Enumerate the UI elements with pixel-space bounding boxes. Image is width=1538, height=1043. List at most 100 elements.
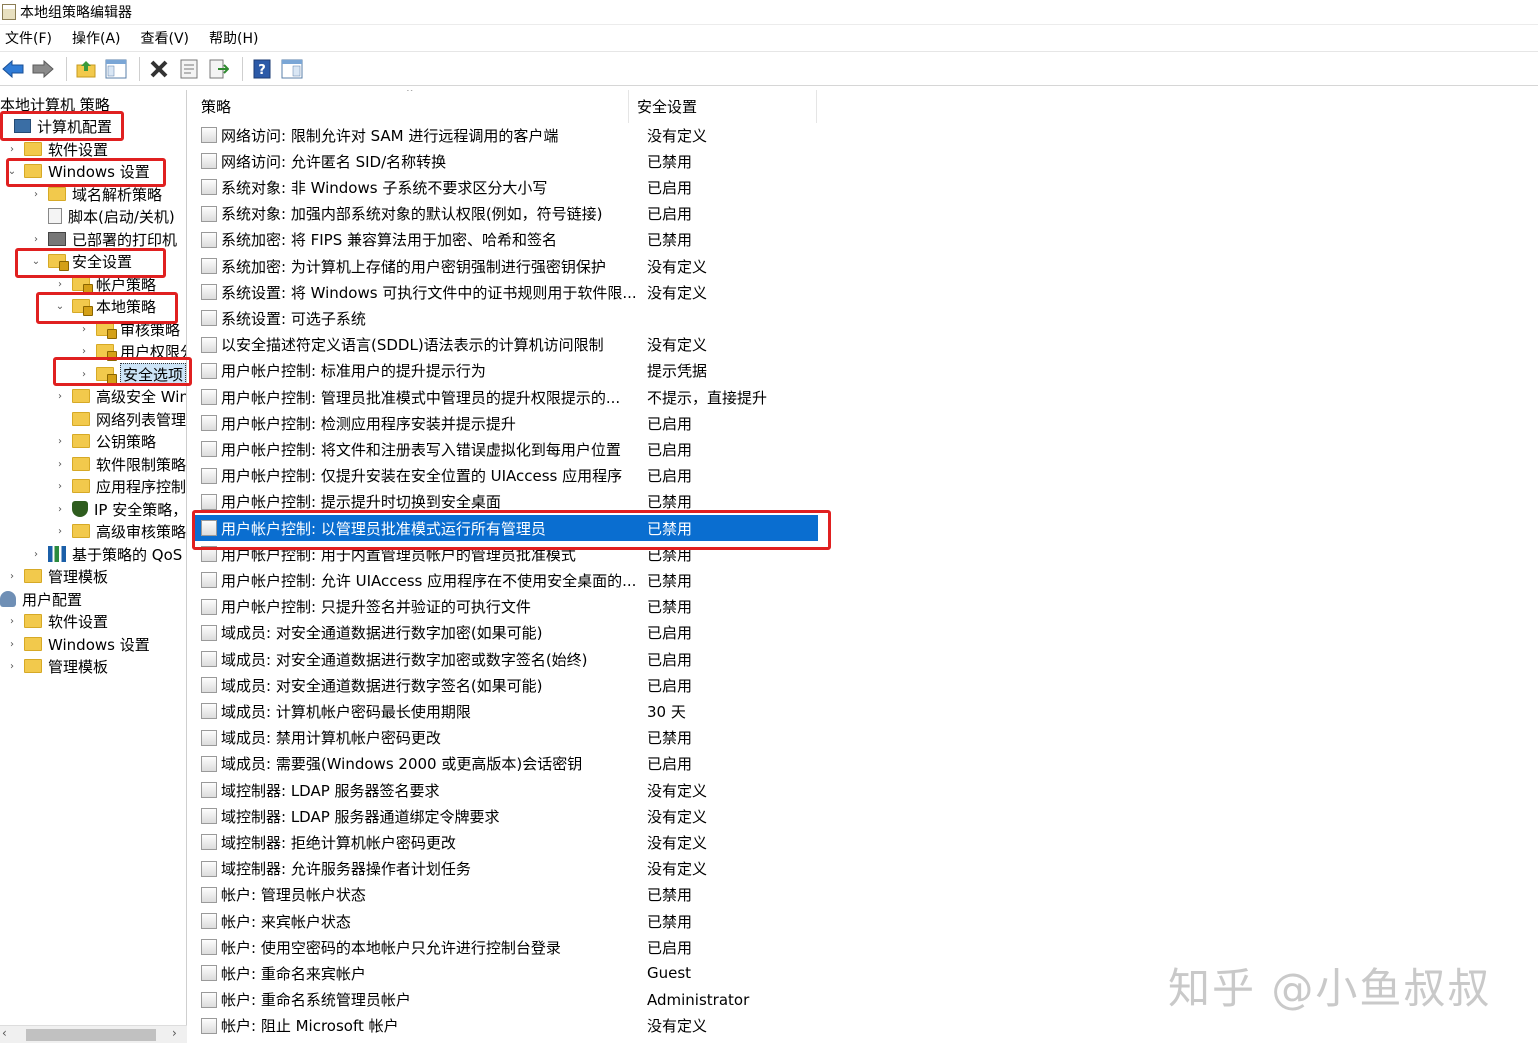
tree-node-computer-config[interactable]: 计算机配置 xyxy=(0,115,112,137)
chevron-right-icon[interactable]: › xyxy=(0,144,24,155)
chevron-right-icon[interactable]: › xyxy=(48,504,72,515)
policy-row[interactable]: 用户帐户控制: 提示提升时切换到安全桌面 已禁用 xyxy=(192,489,818,515)
export-list-icon[interactable] xyxy=(206,56,232,82)
chevron-down-icon[interactable]: ⌄ xyxy=(24,256,48,267)
chevron-right-icon[interactable]: › xyxy=(24,549,48,560)
chevron-right-icon[interactable]: › xyxy=(48,526,72,537)
column-header-setting[interactable]: 安全设置 xyxy=(629,90,817,123)
tree-node-scripts[interactable]: 脚本(启动/关机) xyxy=(48,205,175,227)
menu-action[interactable]: 操作(A) xyxy=(67,28,126,48)
tree-node-user-rights[interactable]: › 用户权限分配 xyxy=(72,340,186,362)
tree-node-audit-policy[interactable]: › 审核策略 xyxy=(72,318,180,340)
menu-view[interactable]: 查看(V) xyxy=(136,28,195,48)
policy-row[interactable]: 域控制器: 允许服务器操作者计划任务 没有定义 xyxy=(192,856,818,882)
tree-node-software-restriction[interactable]: › 软件限制策略 xyxy=(48,453,186,475)
policy-row[interactable]: 系统设置: 将 Windows 可执行文件中的证书规则用于软件限... 没有定义 xyxy=(192,279,818,305)
tree-node-user-admin-templates[interactable]: › 管理模板 xyxy=(0,655,108,677)
tree-node-firewall[interactable]: › 高级安全 Windows Defender 防火墙 xyxy=(48,385,186,407)
chevron-right-icon[interactable]: › xyxy=(48,436,72,447)
policy-row[interactable]: 用户帐户控制: 检测应用程序安装并提示提升 已启用 xyxy=(192,410,818,436)
tree-node-security-options[interactable]: › 安全选项 xyxy=(72,362,186,386)
policy-row[interactable]: 帐户: 重命名系统管理员帐户 Administrator xyxy=(192,987,818,1013)
policy-row[interactable]: 域控制器: 拒绝计算机帐户密码更改 没有定义 xyxy=(192,829,818,855)
scroll-left-icon[interactable]: ‹ xyxy=(2,1026,7,1040)
chevron-right-icon[interactable]: › xyxy=(72,324,96,335)
chevron-right-icon[interactable]: › xyxy=(24,234,48,245)
menu-help[interactable]: 帮助(H) xyxy=(204,28,263,48)
back-arrow-icon[interactable] xyxy=(0,56,26,82)
chevron-right-icon[interactable]: › xyxy=(0,571,24,582)
policy-row[interactable]: 域成员: 对安全通道数据进行数字签名(如果可能) 已启用 xyxy=(192,672,818,698)
tree-node-user-software-settings[interactable]: › 软件设置 xyxy=(0,610,108,632)
tree-node-local-policies[interactable]: ⌄ 本地策略 xyxy=(48,295,156,317)
policy-row[interactable]: 系统对象: 加强内部系统对象的默认权限(例如，符号链接) 已启用 xyxy=(192,201,818,227)
policy-row[interactable]: 系统加密: 为计算机上存储的用户密钥强制进行强密钥保护 没有定义 xyxy=(192,253,818,279)
policy-row[interactable]: 域成员: 需要强(Windows 2000 或更高版本)会话密钥 已启用 xyxy=(192,751,818,777)
chevron-right-icon[interactable]: › xyxy=(0,616,24,627)
tree-node-software-settings[interactable]: › 软件设置 xyxy=(0,138,108,160)
policy-row[interactable]: 用户帐户控制: 管理员批准模式中管理员的提升权限提示的... 不提示，直接提升 xyxy=(192,384,818,410)
delete-icon[interactable] xyxy=(146,56,172,82)
policy-row[interactable]: 网络访问: 限制允许对 SAM 进行远程调用的客户端 没有定义 xyxy=(192,122,818,148)
tree-node-user-windows-settings[interactable]: › Windows 设置 xyxy=(0,633,150,655)
policy-row[interactable]: 域成员: 计算机帐户密码最长使用期限 30 天 xyxy=(192,698,818,724)
policy-row[interactable]: 帐户: 来宾帐户状态 已禁用 xyxy=(192,908,818,934)
policy-row[interactable]: 帐户: 重命名来宾帐户 Guest xyxy=(192,960,818,986)
tree-root[interactable]: 本地计算机 策略 xyxy=(0,94,110,115)
tree-node-account-policies[interactable]: › 帐户策略 xyxy=(48,273,156,295)
policy-row[interactable]: 用户帐户控制: 只提升签名并验证的可执行文件 已禁用 xyxy=(192,594,818,620)
policy-row[interactable]: 域控制器: LDAP 服务器通道绑定令牌要求 没有定义 xyxy=(192,803,818,829)
chevron-right-icon[interactable]: › xyxy=(48,279,72,290)
policy-row[interactable]: 域成员: 禁用计算机帐户密码更改 已禁用 xyxy=(192,725,818,751)
tree-node-qos[interactable]: › 基于策略的 QoS xyxy=(24,543,182,565)
policy-row[interactable]: 以安全描述符定义语言(SDDL)语法表示的计算机访问限制 没有定义 xyxy=(192,332,818,358)
up-folder-icon[interactable] xyxy=(73,56,99,82)
chevron-right-icon[interactable]: › xyxy=(48,481,72,492)
scroll-right-icon[interactable]: › xyxy=(172,1026,177,1040)
help-icon[interactable]: ? xyxy=(249,56,275,82)
policy-row[interactable]: 帐户: 使用空密码的本地帐户只允许进行控制台登录 已启用 xyxy=(192,934,818,960)
tree-horizontal-scrollbar[interactable]: ‹ › xyxy=(0,1025,187,1043)
policy-row[interactable]: 系统对象: 非 Windows 子系统不要求区分大小写 已启用 xyxy=(192,174,818,200)
policy-row[interactable]: 域成员: 对安全通道数据进行数字加密(如果可能) 已启用 xyxy=(192,620,818,646)
policy-row[interactable]: 帐户: 阻止 Microsoft 帐户 没有定义 xyxy=(192,1013,818,1039)
column-header-policy[interactable]: ^ 策略 xyxy=(192,90,629,123)
scrollbar-thumb[interactable] xyxy=(26,1029,156,1041)
forward-arrow-icon[interactable] xyxy=(30,56,56,82)
chevron-right-icon[interactable]: › xyxy=(48,459,72,470)
tree-node-public-key[interactable]: › 公钥策略 xyxy=(48,430,156,452)
policy-row[interactable]: 系统设置: 可选子系统 xyxy=(192,305,818,331)
chevron-right-icon[interactable]: › xyxy=(24,189,48,200)
policy-row[interactable]: 用户帐户控制: 用于内置管理员帐户的管理员批准模式 已禁用 xyxy=(192,541,818,567)
policy-row[interactable]: 系统加密: 将 FIPS 兼容算法用于加密、哈希和签名 已禁用 xyxy=(192,227,818,253)
policy-row[interactable]: 用户帐户控制: 标准用户的提升提示行为 提示凭据 xyxy=(192,358,818,384)
policy-row[interactable]: 域控制器: LDAP 服务器签名要求 没有定义 xyxy=(192,777,818,803)
chevron-right-icon[interactable]: › xyxy=(48,391,72,402)
policy-row[interactable]: 用户帐户控制: 以管理员批准模式运行所有管理员 已禁用 xyxy=(192,515,818,541)
policy-row[interactable]: 用户帐户控制: 仅提升安装在安全位置的 UIAccess 应用程序 已启用 xyxy=(192,463,818,489)
chevron-right-icon[interactable]: › xyxy=(0,639,24,650)
chevron-right-icon[interactable]: › xyxy=(0,661,24,672)
chevron-right-icon[interactable]: › xyxy=(72,346,96,357)
policy-row[interactable]: 用户帐户控制: 允许 UIAccess 应用程序在不使用安全桌面的... 已禁用 xyxy=(192,567,818,593)
properties-icon[interactable] xyxy=(176,56,202,82)
tree-node-app-control[interactable]: › 应用程序控制策略 xyxy=(48,475,186,497)
show-hide-tree-icon[interactable] xyxy=(103,56,129,82)
chevron-down-icon[interactable]: ⌄ xyxy=(48,301,72,312)
policy-row[interactable]: 帐户: 管理员帐户状态 已禁用 xyxy=(192,882,818,908)
tree-node-printers[interactable]: › 已部署的打印机 xyxy=(24,228,177,250)
policy-row[interactable]: 网络访问: 允许匿名 SID/名称转换 已禁用 xyxy=(192,148,818,174)
chevron-right-icon[interactable]: › xyxy=(72,369,96,380)
mmc-view-icon[interactable] xyxy=(279,56,305,82)
tree-node-windows-settings[interactable]: ⌄ Windows 设置 xyxy=(0,160,150,182)
tree-node-user-config[interactable]: 用户配置 xyxy=(0,588,82,610)
policy-row[interactable]: 用户帐户控制: 将文件和注册表写入错误虚拟化到每用户位置 已启用 xyxy=(192,436,818,462)
chevron-down-icon[interactable]: ⌄ xyxy=(0,166,24,177)
tree-node-ip-security[interactable]: › IP 安全策略，在 本地计算机 xyxy=(48,498,186,520)
tree-node-security-settings[interactable]: ⌄ 安全设置 xyxy=(24,250,132,272)
policy-row[interactable]: 域成员: 对安全通道数据进行数字加密或数字签名(始终) 已启用 xyxy=(192,646,818,672)
tree-node-network-list[interactable]: 网络列表管理器策略 xyxy=(72,408,186,430)
tree-node-advanced-audit[interactable]: › 高级审核策略配置 xyxy=(48,520,186,542)
menu-file[interactable]: 文件(F) xyxy=(0,28,57,48)
tree-node-admin-templates[interactable]: › 管理模板 xyxy=(0,565,108,587)
